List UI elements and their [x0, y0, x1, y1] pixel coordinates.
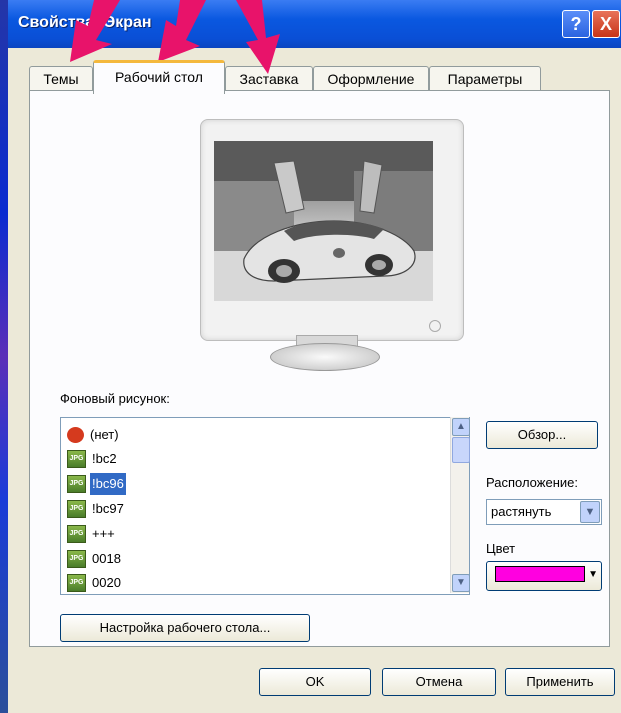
arrow-icon — [70, 0, 120, 62]
tab-desktop[interactable]: Рабочий стол — [93, 60, 225, 94]
arrow-icon — [158, 0, 206, 62]
arrow-icon — [236, 0, 280, 74]
annotation-arrows — [70, 0, 280, 74]
